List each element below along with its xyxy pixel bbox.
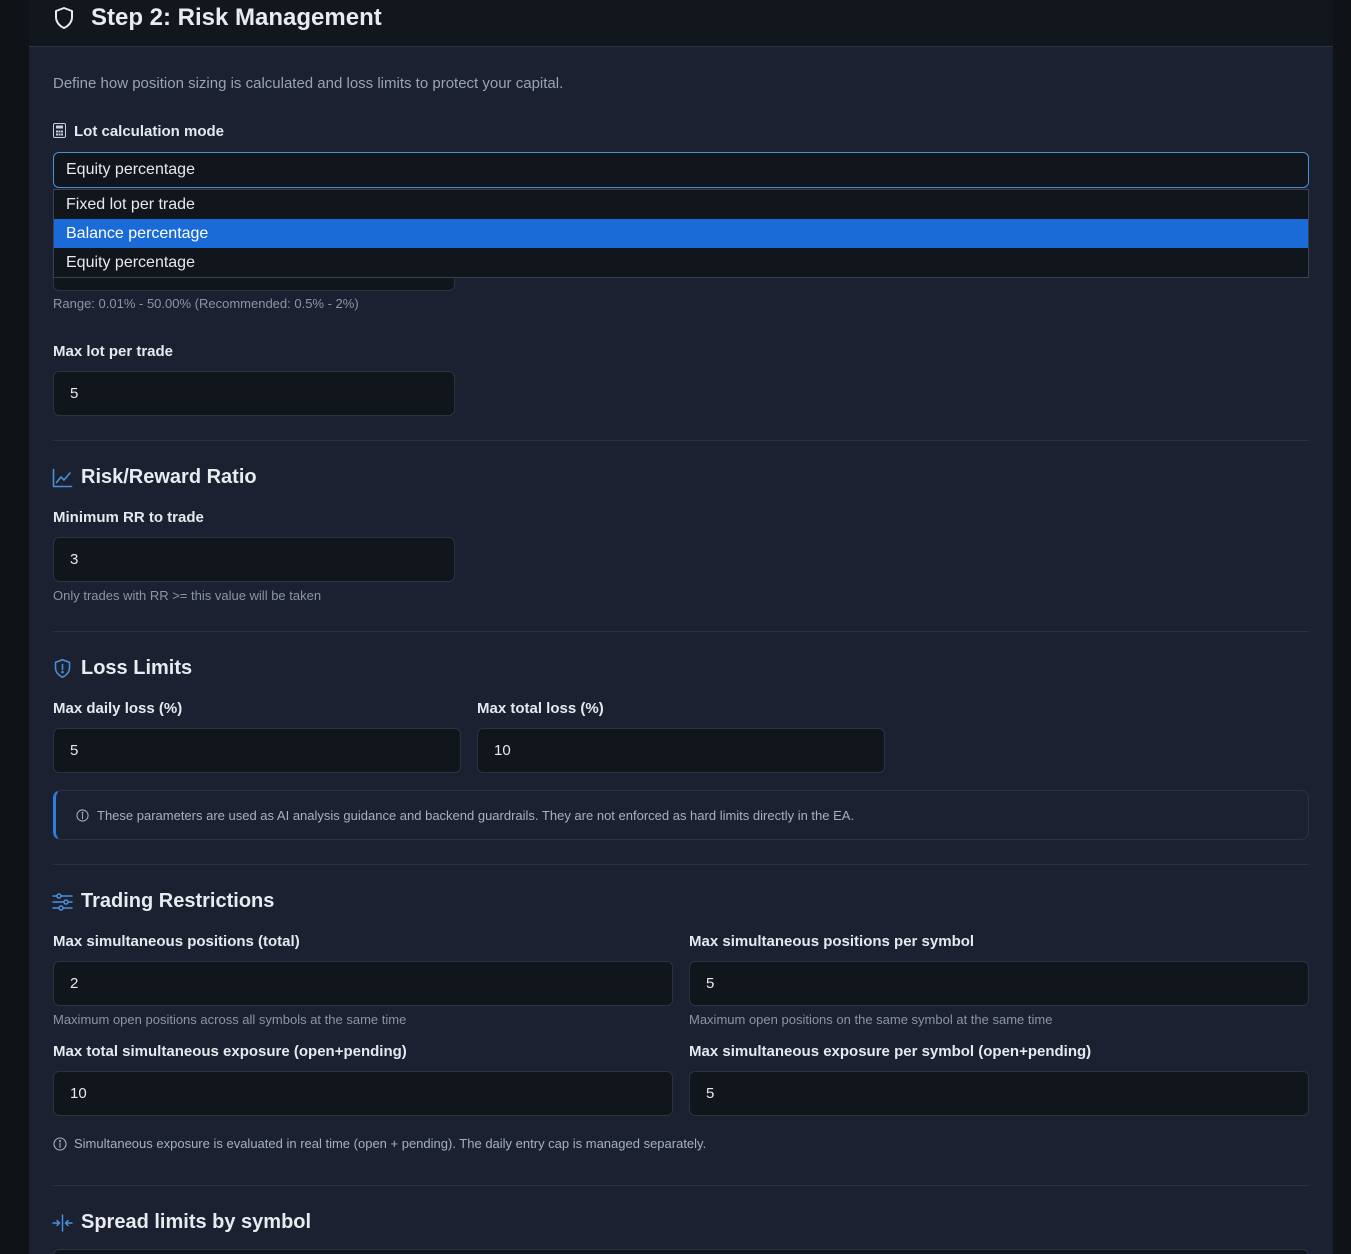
max-daily-loss-input[interactable]: 5: [53, 728, 461, 773]
exp-symbol-label: Max simultaneous exposure per symbol (op…: [689, 1043, 1092, 1060]
lot-mode-select[interactable]: Equity percentage: [53, 152, 1309, 188]
divider: [53, 440, 1309, 441]
pos-symbol-help: Maximum open positions on the same symbo…: [689, 1012, 1053, 1027]
loss-limits-section-title-text: Loss Limits: [81, 657, 193, 679]
max-daily-loss-label: Max daily loss (%): [53, 700, 183, 717]
lot-mode-selected-value: Equity percentage: [66, 161, 195, 178]
pos-symbol-label: Max simultaneous positions per symbol: [689, 933, 975, 950]
info-icon: [53, 1136, 67, 1151]
divider: [53, 1185, 1309, 1186]
min-rr-value: 3: [70, 551, 79, 568]
lot-mode-label-text: Lot calculation mode: [74, 123, 225, 140]
exp-total-label: Max total simultaneous exposure (open+pe…: [53, 1043, 407, 1060]
max-lot-label: Max lot per trade: [53, 343, 174, 360]
lot-mode-dropdown: Fixed lot per trade Balance percentage E…: [53, 189, 1309, 278]
shield-icon: [55, 7, 73, 29]
max-lot-input[interactable]: 5: [53, 371, 455, 416]
intro-text: Define how position sizing is calculated…: [53, 75, 564, 92]
pos-total-value: 2: [70, 975, 79, 992]
compress-icon: [52, 1213, 73, 1232]
rr-section-title-text: Risk/Reward Ratio: [81, 466, 257, 488]
divider: [53, 864, 1309, 865]
pos-total-label: Max simultaneous positions (total): [53, 933, 300, 950]
option-fixed-lot[interactable]: Fixed lot per trade: [54, 190, 1308, 219]
info-icon: [76, 808, 89, 822]
exp-total-value: 10: [70, 1085, 87, 1102]
min-rr-input[interactable]: 3: [53, 537, 455, 582]
panel-header: Step 2: Risk Management: [29, 0, 1333, 47]
shield-alert-icon: [54, 658, 71, 679]
lot-mode-label: Lot calculation mode: [53, 123, 224, 140]
risk-percent-help: Range: 0.01% - 50.00% (Recommended: 0.5%…: [53, 296, 359, 311]
spread-section-title-text: Spread limits by symbol: [81, 1211, 312, 1233]
exp-symbol-value: 5: [706, 1085, 715, 1102]
option-equity-percentage[interactable]: Equity percentage: [54, 248, 1308, 277]
risk-management-panel: Step 2: Risk Management Define how posit…: [29, 0, 1333, 1254]
restrictions-section-title-text: Trading Restrictions: [81, 890, 275, 912]
line-chart-icon: [52, 468, 73, 487]
calculator-icon: [53, 123, 66, 138]
sliders-icon: [52, 892, 73, 911]
pos-symbol-value: 5: [706, 975, 715, 992]
spread-table-top: [53, 1249, 1309, 1254]
loss-limits-section-title: Loss Limits: [52, 657, 192, 680]
rr-label: Minimum RR to trade: [53, 509, 204, 526]
restrictions-section-title: Trading Restrictions: [52, 890, 274, 913]
exp-total-input[interactable]: 10: [53, 1071, 673, 1116]
spread-section-title: Spread limits by symbol: [52, 1211, 311, 1234]
callout-text: These parameters are used as AI analysis…: [97, 807, 855, 823]
rr-help: Only trades with RR >= this value will b…: [53, 588, 322, 603]
pos-total-input[interactable]: 2: [53, 961, 673, 1006]
exp-symbol-input[interactable]: 5: [689, 1071, 1309, 1116]
pos-total-help: Maximum open positions across all symbol…: [53, 1012, 407, 1027]
max-total-loss-label: Max total loss (%): [477, 700, 604, 717]
divider: [53, 631, 1309, 632]
max-total-loss-input[interactable]: 10: [477, 728, 885, 773]
option-balance-percentage[interactable]: Balance percentage: [54, 219, 1308, 248]
page-title: Step 2: Risk Management: [91, 4, 382, 31]
rr-section-title: Risk/Reward Ratio: [52, 466, 257, 489]
max-daily-loss-value: 5: [70, 742, 79, 759]
pos-symbol-input[interactable]: 5: [689, 961, 1309, 1006]
max-lot-value: 5: [70, 385, 79, 402]
exposure-note-text: Simultaneous exposure is evaluated in re…: [74, 1136, 707, 1151]
loss-limits-callout: These parameters are used as AI analysis…: [53, 790, 1309, 840]
exposure-note: Simultaneous exposure is evaluated in re…: [53, 1136, 706, 1151]
max-total-loss-value: 10: [494, 742, 511, 759]
